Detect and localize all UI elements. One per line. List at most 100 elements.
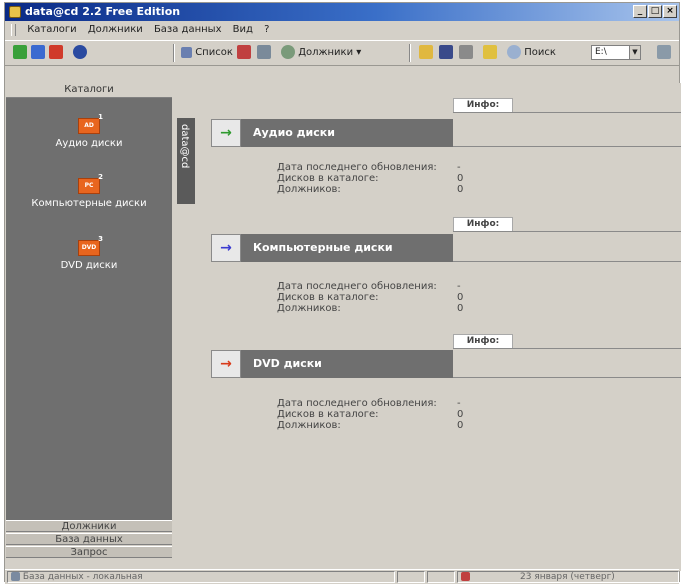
app-window: data@cd 2.2 Free Edition _ □ × Каталоги … <box>4 2 681 584</box>
minimize-button[interactable]: _ <box>633 5 647 18</box>
drive-select[interactable]: E:\ <box>591 45 631 60</box>
title-bar: data@cd 2.2 Free Edition _ □ × <box>5 3 679 21</box>
list-icon <box>181 46 192 58</box>
catalog-name: Аудио диски <box>253 126 335 139</box>
tool-button-2[interactable] <box>257 44 271 62</box>
print-button[interactable] <box>459 44 473 62</box>
field-value: - <box>457 162 461 173</box>
edit-catalog-button[interactable] <box>31 44 45 62</box>
tools-icon <box>257 45 271 59</box>
database-icon <box>11 572 20 581</box>
catalog-header-computer[interactable]: → Компьютерные диски <box>211 234 453 262</box>
sidebar-item-label: Аудио диски <box>55 138 123 149</box>
divider <box>453 231 681 232</box>
open-button[interactable] <box>419 44 433 62</box>
menu-view[interactable]: Вид <box>229 21 257 39</box>
menu-catalogs[interactable]: Каталоги <box>23 21 80 39</box>
field-value: 0 <box>457 420 464 431</box>
status-database: База данных - локальная <box>7 571 395 583</box>
field-label: Должников: <box>277 303 341 314</box>
computer-disc-icon: PC 2 <box>78 173 103 194</box>
arrow-right-icon: → <box>211 234 241 262</box>
arrow-right-icon: → <box>211 119 241 147</box>
calendar-icon <box>461 572 470 581</box>
sidebar-item-dvd[interactable]: DVD 3 DVD диски <box>6 235 172 271</box>
list-button[interactable]: Список <box>181 44 233 62</box>
field-value: 0 <box>457 409 464 420</box>
field-label: Должников: <box>277 420 341 431</box>
field-label: Дата последнего обновления: <box>277 398 437 409</box>
print-icon <box>459 45 473 59</box>
search-button[interactable]: Поиск <box>507 44 556 62</box>
divider <box>453 261 681 262</box>
menu-help[interactable]: ? <box>260 21 273 39</box>
exit-button[interactable] <box>657 44 671 62</box>
disk-icon <box>483 45 497 59</box>
exit-icon <box>657 45 671 59</box>
main-panel: Инфо: → Аудио диски Дата последнего обно… <box>195 83 681 571</box>
debtors-button[interactable]: Должники ▾ <box>281 44 361 62</box>
arrow-right-icon: → <box>211 350 241 378</box>
add-icon <box>13 45 27 59</box>
sidebar <box>6 83 172 523</box>
sidebar-item-label: Компьютерные диски <box>31 198 147 209</box>
field-value: 0 <box>457 303 464 314</box>
debtors-icon <box>281 45 295 59</box>
catalog-number: 1 <box>98 113 103 121</box>
catalog-name: DVD диски <box>253 357 322 370</box>
status-panel <box>427 571 455 583</box>
menu-database[interactable]: База данных <box>150 21 226 39</box>
edit-icon <box>31 45 45 59</box>
search-label: Поиск <box>524 47 556 58</box>
catalog-header-dvd[interactable]: → DVD диски <box>211 350 453 378</box>
delete-catalog-button[interactable] <box>49 44 63 62</box>
sidebar-item-audio[interactable]: AD 1 Аудио диски <box>6 113 172 149</box>
tab-debtors[interactable]: Должники <box>6 520 172 532</box>
close-button[interactable]: × <box>663 5 677 18</box>
add-catalog-button[interactable] <box>13 44 27 62</box>
vertical-tab[interactable]: data@cd <box>177 118 195 204</box>
field-label: Дата последнего обновления: <box>277 162 437 173</box>
menu-grip <box>11 24 16 36</box>
toolbar: Список Должники ▾ Поиск E:\ ▼ <box>5 40 679 66</box>
divider <box>453 348 681 349</box>
toolbar-separator <box>173 44 175 62</box>
status-date: 23 января (четверг) <box>457 571 679 583</box>
sidebar-item-computer[interactable]: PC 2 Компьютерные диски <box>6 173 172 209</box>
status-database-text: База данных - локальная <box>22 572 143 582</box>
info-button[interactable] <box>73 44 87 62</box>
save-icon <box>439 45 453 59</box>
search-icon <box>507 45 521 59</box>
book-icon <box>237 45 251 59</box>
field-value: 0 <box>457 184 464 195</box>
save-button[interactable] <box>439 44 453 62</box>
menu-debtors[interactable]: Должники <box>84 21 147 39</box>
field-label: Дисков в каталоге: <box>277 173 379 184</box>
divider <box>453 146 681 147</box>
status-panel <box>397 571 425 583</box>
info-icon <box>73 45 87 59</box>
catalog-header-audio[interactable]: → Аудио диски <box>211 119 453 147</box>
catalog-info-computer: Дата последнего обновления: - Дисков в ка… <box>277 281 537 314</box>
delete-icon <box>49 45 63 59</box>
maximize-button[interactable]: □ <box>648 5 662 18</box>
debtors-label: Должники <box>298 47 354 58</box>
status-date-text: 23 января (четверг) <box>520 572 615 582</box>
tab-database[interactable]: База данных <box>6 533 172 545</box>
sidebar-header[interactable]: Каталоги <box>6 83 172 98</box>
catalog-name: Компьютерные диски <box>253 241 393 254</box>
tool-button-1[interactable] <box>237 44 251 62</box>
field-label: Дата последнего обновления: <box>277 281 437 292</box>
field-label: Должников: <box>277 184 341 195</box>
vertical-tab-label: data@cd <box>179 124 190 169</box>
window-title: data@cd 2.2 Free Edition <box>25 5 181 18</box>
catalog-info-audio: Дата последнего обновления: - Дисков в ка… <box>277 162 537 195</box>
dvd-disc-icon: DVD 3 <box>78 235 103 256</box>
info-tab: Инфо: <box>453 217 513 231</box>
list-label: Список <box>195 47 233 58</box>
tool-button-3[interactable] <box>483 44 497 62</box>
drive-dropdown-icon[interactable]: ▼ <box>629 45 641 60</box>
tab-query[interactable]: Запрос <box>6 546 172 558</box>
app-icon <box>9 6 21 18</box>
field-value: - <box>457 281 461 292</box>
